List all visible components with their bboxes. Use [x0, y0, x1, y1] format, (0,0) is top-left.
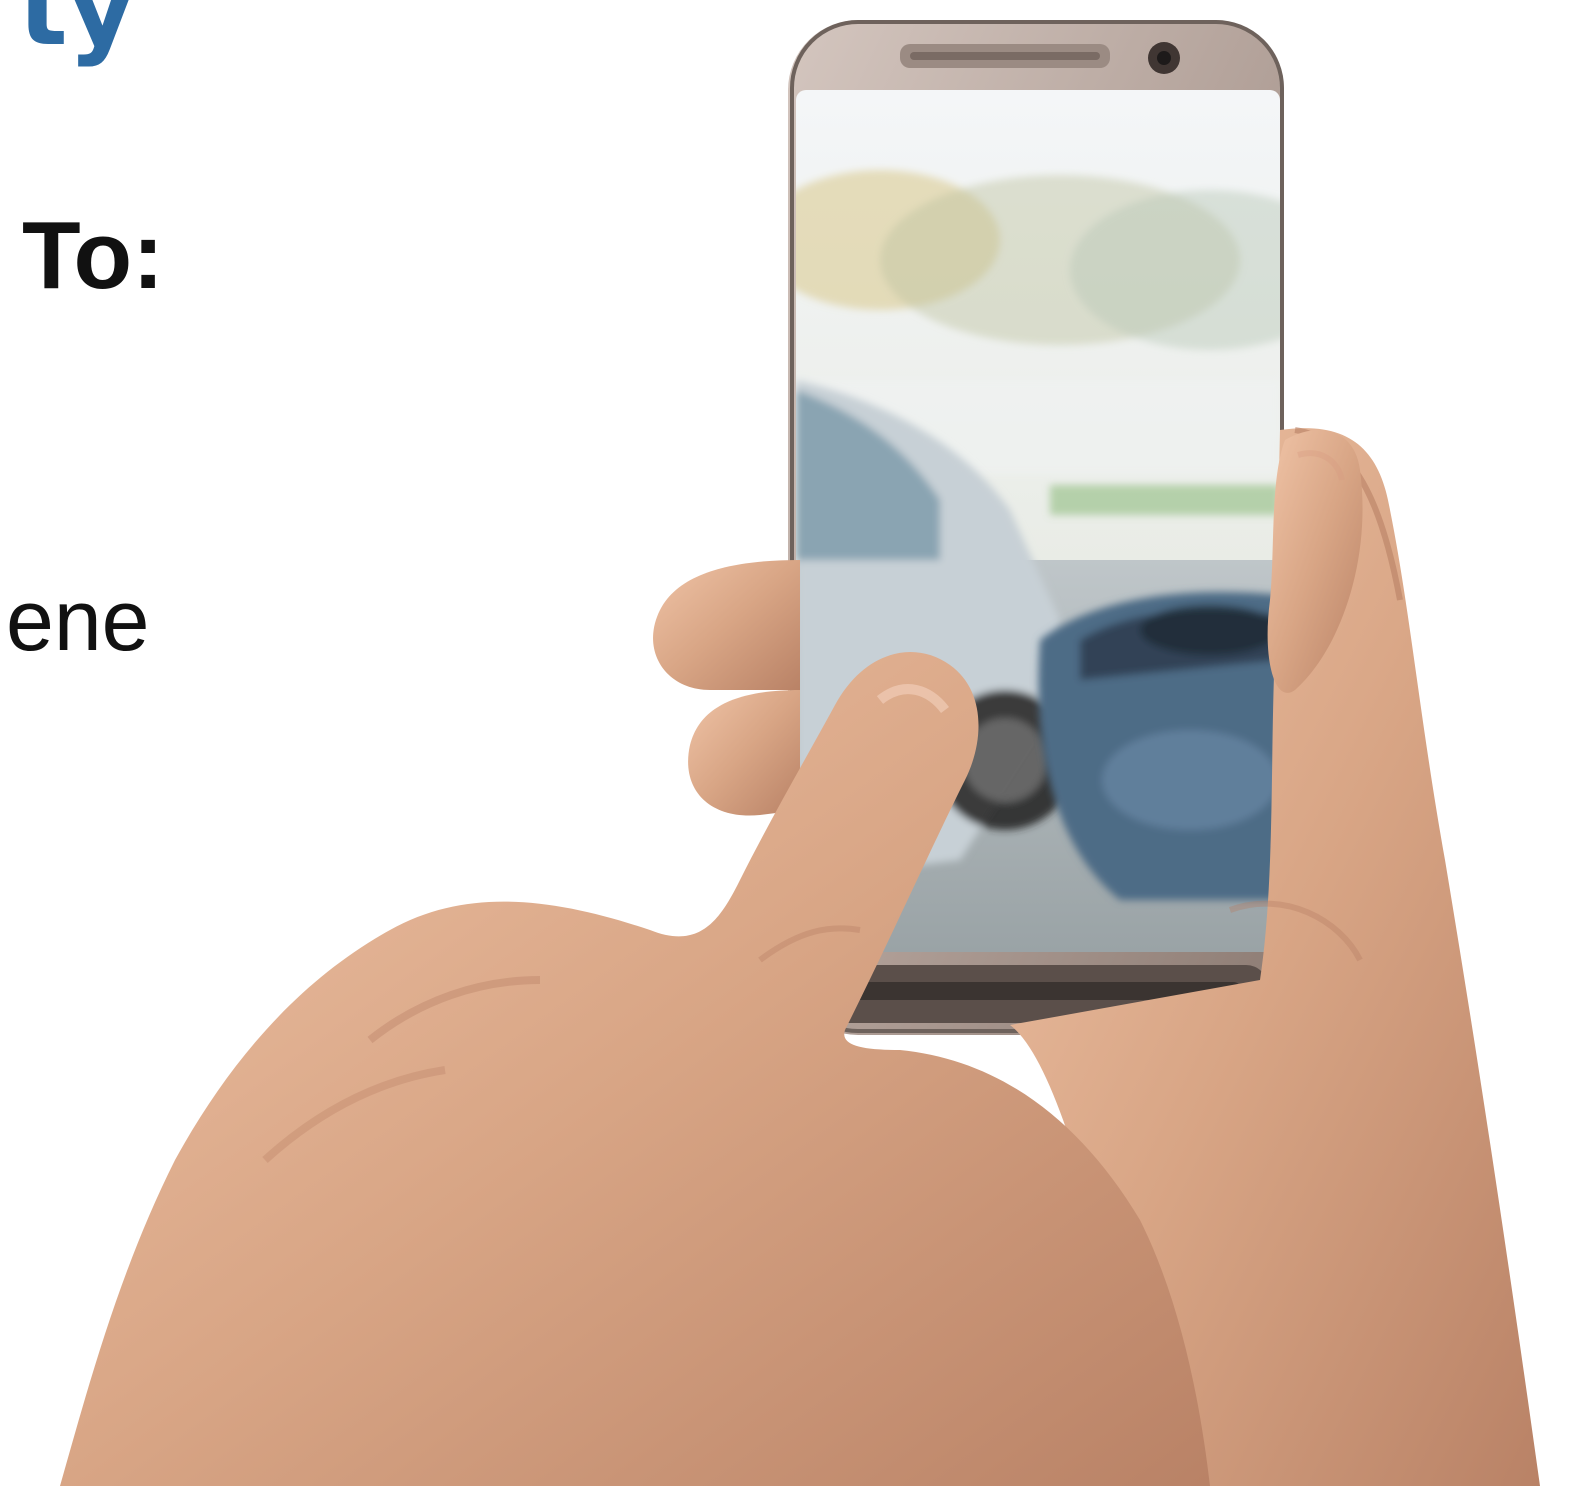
- phone-photo-illustration: [60, 20, 1540, 1486]
- left-fingers-behind-phone: [653, 560, 800, 816]
- slide-canvas: ty To: ene: [0, 0, 1572, 1486]
